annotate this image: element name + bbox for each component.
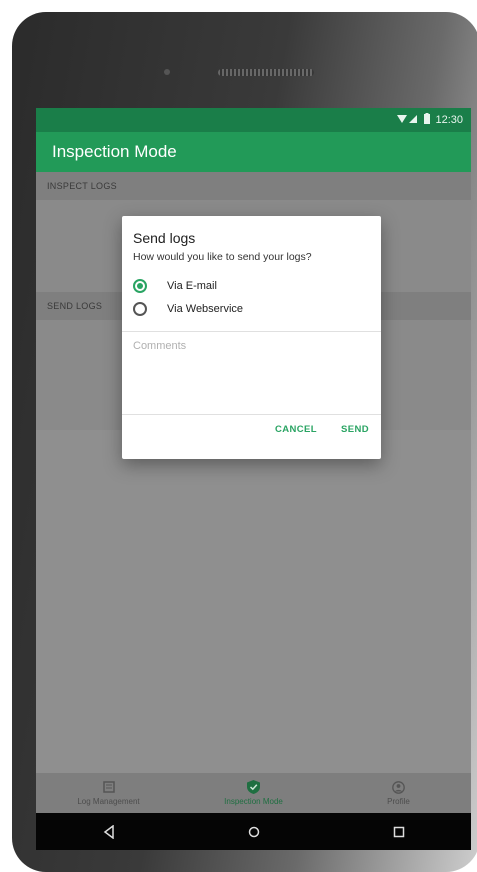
divider bbox=[122, 331, 381, 332]
send-button[interactable]: SEND bbox=[341, 424, 369, 435]
shield-check-icon bbox=[247, 780, 261, 794]
bottom-navigation: Log Management Inspection Mode Profile bbox=[36, 773, 471, 813]
send-logs-dialog: Send logs How would you like to send you… bbox=[122, 216, 381, 459]
log-management-icon bbox=[102, 780, 116, 794]
nav-item-log-management[interactable]: Log Management bbox=[36, 773, 181, 813]
radio-unchecked-icon[interactable] bbox=[133, 302, 147, 316]
status-bar: 12:30 bbox=[36, 108, 471, 132]
nav-item-profile[interactable]: Profile bbox=[326, 773, 471, 813]
screen: 12:30 Inspection Mode INSPECT LOGS SEND … bbox=[36, 108, 471, 850]
option-label: Via E-mail bbox=[167, 280, 217, 292]
page-title: Inspection Mode bbox=[52, 142, 177, 161]
option-via-webservice[interactable]: Via Webservice bbox=[133, 300, 243, 318]
comments-field[interactable] bbox=[133, 340, 370, 410]
dialog-subtitle: How would you like to send your logs? bbox=[133, 251, 312, 263]
app-bar: Inspection Mode bbox=[36, 132, 471, 172]
divider bbox=[122, 414, 381, 415]
section-header-label: SEND LOGS bbox=[47, 301, 103, 311]
dialog-actions: CANCEL SEND bbox=[275, 424, 369, 435]
home-icon[interactable] bbox=[234, 817, 274, 847]
dialog-title: Send logs bbox=[133, 230, 196, 246]
status-time: 12:30 bbox=[435, 114, 463, 126]
section-header-label: INSPECT LOGS bbox=[47, 181, 117, 191]
front-camera bbox=[164, 69, 170, 75]
battery-icon bbox=[424, 113, 431, 127]
recents-icon[interactable] bbox=[379, 817, 419, 847]
wifi-signal-icon bbox=[397, 114, 419, 127]
section-header-inspect-logs: INSPECT LOGS bbox=[36, 172, 471, 200]
cancel-button[interactable]: CANCEL bbox=[275, 424, 317, 435]
profile-icon bbox=[392, 780, 406, 794]
radio-checked-icon[interactable] bbox=[133, 279, 147, 293]
system-navigation-bar bbox=[36, 813, 471, 850]
earpiece-speaker bbox=[218, 69, 314, 76]
back-icon[interactable] bbox=[89, 817, 129, 847]
nav-item-inspection-mode[interactable]: Inspection Mode bbox=[181, 773, 326, 813]
nav-label: Profile bbox=[387, 797, 410, 806]
option-via-email[interactable]: Via E-mail bbox=[133, 277, 217, 295]
nav-label: Inspection Mode bbox=[224, 797, 283, 806]
nav-label: Log Management bbox=[77, 797, 140, 806]
option-label: Via Webservice bbox=[167, 303, 244, 315]
